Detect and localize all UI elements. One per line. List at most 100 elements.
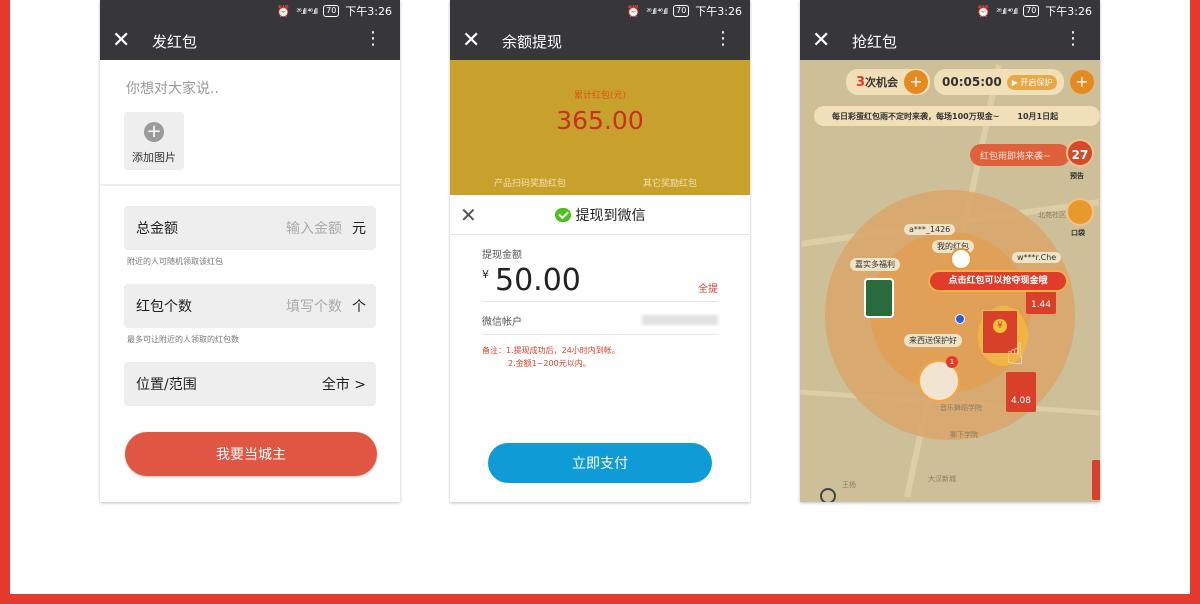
- total-redpack-label: 累计红包(元): [573, 91, 627, 101]
- title-bar: ✕ 发红包 ⋮: [100, 22, 400, 60]
- total-amount-field[interactable]: 总金额 输入金额 元: [124, 206, 376, 250]
- total-amount-unit: 元: [352, 221, 366, 237]
- page-title: 发红包: [152, 32, 198, 51]
- title-bar: ✕ 余额提现 ⋮: [450, 22, 750, 60]
- close-icon[interactable]: ✕: [112, 30, 140, 52]
- user-tag: a***_1426: [904, 224, 956, 235]
- location-range-row[interactable]: 位置/范围 全市 >: [124, 362, 376, 406]
- bag-icon[interactable]: [1066, 198, 1094, 226]
- total-amount-hint: 附近的人可随机领取该红包: [127, 257, 223, 266]
- location-range-value[interactable]: 全市 >: [322, 374, 366, 394]
- product-bottle-icon[interactable]: [864, 278, 894, 318]
- message-input[interactable]: 你想对大家说..: [126, 78, 219, 98]
- other-reward-label: 其它奖励红包: [642, 179, 697, 189]
- signal-icon: ²⁶.ıll ⁴⁶.ıll: [996, 6, 1018, 16]
- map-place-label: 大汉新城: [928, 475, 956, 483]
- amount-input[interactable]: ¥ 50.00: [482, 263, 581, 298]
- total-amount-label: 总金额: [136, 221, 178, 237]
- currency-symbol: ¥: [482, 268, 489, 281]
- locate-icon[interactable]: [820, 488, 836, 502]
- close-icon[interactable]: ✕: [812, 30, 840, 52]
- signal-icon: ²⁶.ıll ⁴⁶.ıll: [296, 6, 318, 16]
- preview-label: 预告: [1070, 172, 1084, 180]
- redpack-count-hint: 最多可让附近的人领取的红包数: [127, 335, 239, 344]
- divider: [482, 334, 718, 335]
- more-icon[interactable]: ⋮: [714, 30, 732, 48]
- map-place-label: 音乐舞蹈学院: [940, 404, 982, 412]
- clock: 下午3:26: [695, 5, 742, 18]
- redpack-envelope[interactable]: 4.08: [1006, 372, 1036, 412]
- clock: 下午3:26: [1045, 5, 1092, 18]
- redpack-count-input[interactable]: 填写个数: [286, 296, 342, 316]
- total-amount-input[interactable]: 输入金额: [286, 218, 342, 238]
- title-bar: ✕ 抢红包 ⋮: [800, 22, 1100, 60]
- withdraw-all-link[interactable]: 全提: [698, 280, 718, 295]
- yuan-coin-icon: ¥: [993, 319, 1007, 333]
- total-redpack-value: 365.00: [556, 106, 644, 135]
- location-range-label: 位置/范围: [136, 377, 197, 393]
- page-title: 余额提现: [502, 32, 563, 51]
- my-location-dot: [955, 314, 965, 324]
- add-image-label: 添加图片: [132, 151, 176, 164]
- protection-tag: 来西送保护好: [904, 334, 962, 347]
- tap-hand-icon: ☝: [1006, 337, 1025, 372]
- chances-label: 次机会: [865, 76, 899, 89]
- enable-protection-button[interactable]: ▶ 开启保护: [1006, 74, 1058, 90]
- timer-pill: 00:05:00 ▶ 开启保护: [934, 69, 1064, 95]
- become-city-lord-button[interactable]: 我要当城主: [125, 432, 377, 476]
- status-bar: ⏰ ²⁶.ıll ⁴⁶.ıll 70 下午3:26: [100, 0, 400, 22]
- rain-countdown-badge[interactable]: 27: [1066, 139, 1094, 167]
- redpack-envelope-edge[interactable]: [1092, 460, 1100, 500]
- user-avatar[interactable]: [950, 248, 972, 270]
- map-place-label: 北苑社区: [1038, 211, 1066, 219]
- divider: [482, 301, 718, 302]
- redpack-count-field[interactable]: 红包个数 填写个数 个: [124, 284, 376, 328]
- add-image-button[interactable]: + 添加图片: [124, 112, 184, 170]
- event-banner: 每日彩蛋红包雨不定时来袭，每场100万现金~ 10月1日起: [814, 106, 1100, 126]
- bag-label: 口袋: [1071, 229, 1085, 237]
- notification-badge: 1: [946, 356, 958, 368]
- countdown-timer: 00:05:00: [942, 75, 1002, 89]
- account-value-blurred: [642, 315, 718, 325]
- amount-value: 50.00: [495, 263, 581, 298]
- note-line-1: 备注：1.提现成功后，24小时内到帐。: [482, 346, 620, 355]
- chances-count: 3: [856, 74, 866, 90]
- phone-grab-redpack: ⏰ ²⁶.ıll ⁴⁶.ıll 70 下午3:26 ✕ 抢红包 ⋮ 3 次机会 …: [800, 0, 1100, 502]
- status-bar: ⏰ ²⁶.ıll ⁴⁶.ıll 70 下午3:26: [450, 0, 750, 22]
- pay-now-button[interactable]: 立即支付: [488, 443, 712, 483]
- map-place-label: 王杨: [842, 481, 856, 489]
- phone-send-redpack: ⏰ ²⁶.ıll ⁴⁶.ıll 70 下午3:26 ✕ 发红包 ⋮ 你想对大家说…: [100, 0, 400, 502]
- map-place-label: 郵下学院: [950, 431, 978, 439]
- banner-date: 10月1日起: [1017, 111, 1059, 121]
- alarm-icon: ⏰: [626, 4, 641, 18]
- battery-icon: 70: [673, 5, 690, 17]
- page-title: 抢红包: [852, 32, 898, 51]
- close-icon[interactable]: ✕: [462, 30, 490, 52]
- add-protection-button[interactable]: +: [1070, 70, 1094, 94]
- welfare-tag: 嘉实多福利: [850, 258, 900, 271]
- redpack-rain-notice: 红包雨即将来袭~: [970, 144, 1070, 166]
- map-view[interactable]: 3 次机会 + 00:05:00 ▶ 开启保护 + 每日彩蛋红包雨不定时来袭，每…: [800, 60, 1100, 502]
- phone-withdraw: ⏰ ²⁶.ıll ⁴⁶.ıll 70 下午3:26 ✕ 余额提现 ⋮ 累计红包(…: [450, 0, 750, 502]
- sheet-title: 提现到微信: [575, 207, 646, 224]
- amount-label: 提现金额: [482, 250, 522, 261]
- alarm-icon: ⏰: [976, 4, 991, 18]
- add-chance-button[interactable]: +: [904, 70, 928, 94]
- close-icon[interactable]: ✕: [460, 203, 477, 227]
- redpack-count-unit: 个: [352, 299, 366, 315]
- plus-icon: +: [144, 122, 164, 142]
- user-tag: w***r.Che: [1012, 252, 1062, 263]
- alarm-icon: ⏰: [276, 4, 291, 18]
- divider: [100, 184, 400, 186]
- battery-icon: 70: [1023, 5, 1040, 17]
- clock: 下午3:26: [345, 5, 392, 18]
- note-line-2: 2.金额1~200元以内。: [508, 359, 591, 368]
- battery-icon: 70: [323, 5, 340, 17]
- more-icon[interactable]: ⋮: [364, 30, 382, 48]
- more-icon[interactable]: ⋮: [1064, 30, 1082, 48]
- status-bar: ⏰ ²⁶.ıll ⁴⁶.ıll 70 下午3:26: [800, 0, 1100, 22]
- wechat-icon: [554, 207, 571, 222]
- banner-text: 每日彩蛋红包雨不定时来袭，每场100万现金~: [832, 111, 1000, 121]
- signal-icon: ²⁶.ıll ⁴⁶.ıll: [646, 6, 668, 16]
- redpack-count-label: 红包个数: [136, 299, 192, 315]
